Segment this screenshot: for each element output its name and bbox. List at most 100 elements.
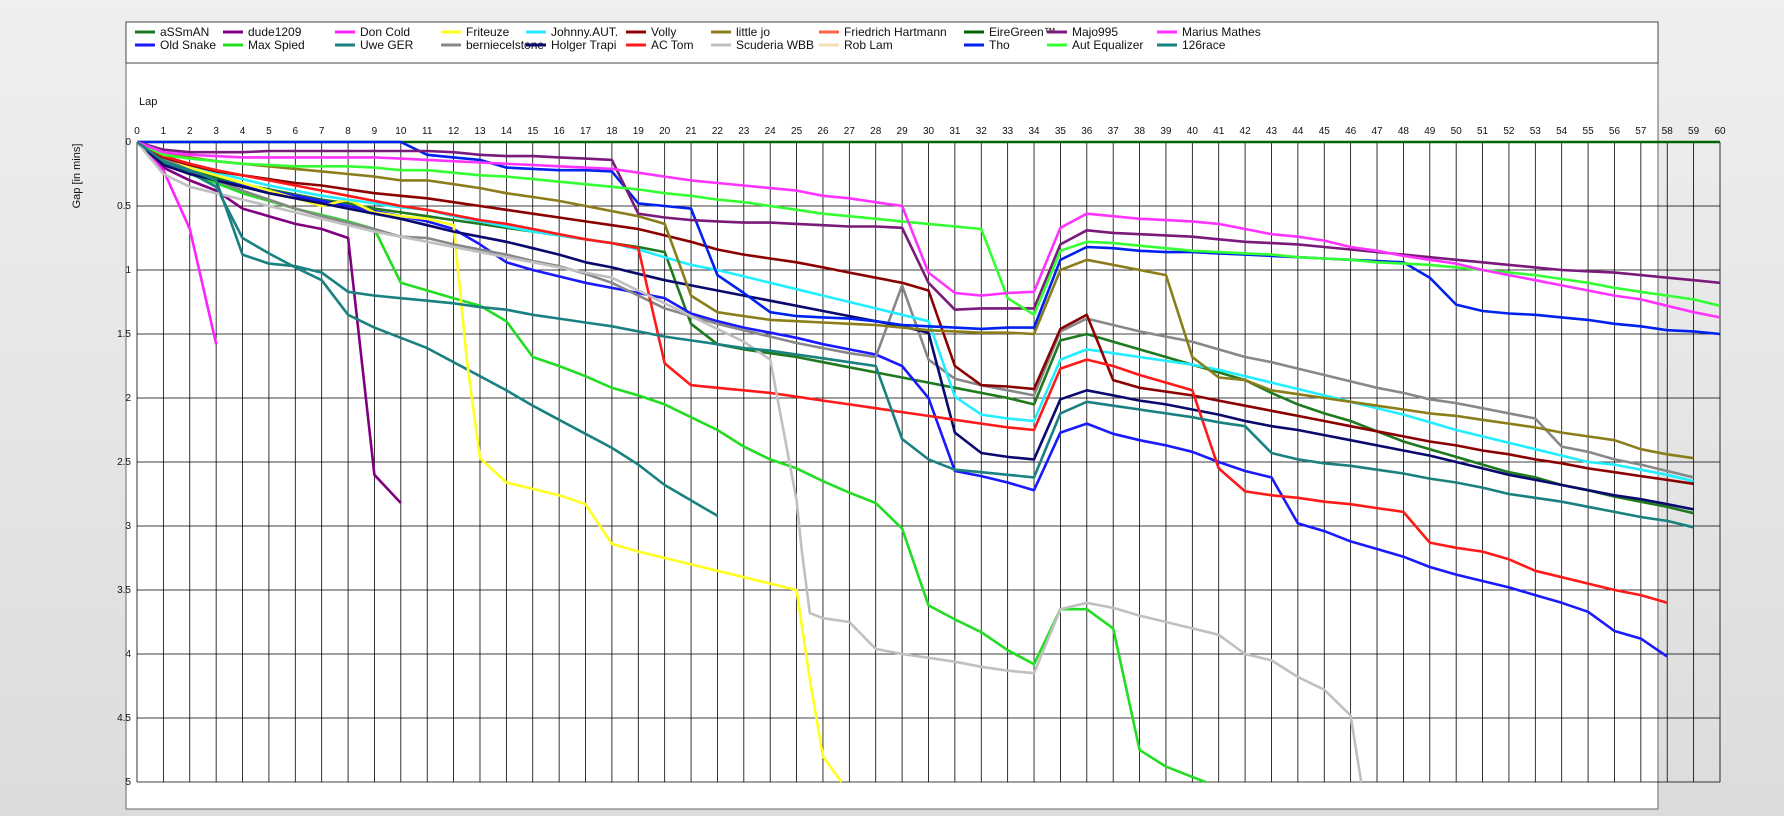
legend-entry-label: Majo995 — [1072, 25, 1118, 39]
x-tick-label: 48 — [1398, 126, 1410, 137]
legend-entry-label: Rob Lam — [844, 38, 893, 52]
y-tick-label: 2.5 — [117, 457, 131, 468]
y-tick-label: 1.5 — [117, 329, 131, 340]
legend-entry-label: AC Tom — [651, 38, 693, 52]
legend-entry-label: Max Spied — [248, 38, 305, 52]
legend-entry-label: Volly — [651, 25, 676, 39]
legend: aSSmANOld Snake dude1209Max Spied Don Cold… — [125, 21, 1659, 64]
x-tick-label: 45 — [1319, 126, 1331, 137]
x-tick-label: 19 — [633, 126, 645, 137]
x-tick-label: 8 — [345, 126, 351, 137]
y-tick-label: 2 — [125, 393, 131, 404]
x-tick-label: 17 — [580, 126, 592, 137]
x-tick-label: 36 — [1081, 126, 1093, 137]
legend-entry-label: EireGreen™ — [989, 25, 1056, 39]
legend-entry-label: 126race — [1182, 38, 1226, 52]
x-tick-label: 50 — [1451, 126, 1463, 137]
x-axis-label: Lap — [139, 96, 157, 108]
x-tick-label: 37 — [1108, 126, 1120, 137]
x-tick-label: 6 — [293, 126, 299, 137]
y-tick-label: 4.5 — [117, 713, 131, 724]
x-tick-label: 38 — [1134, 126, 1146, 137]
x-tick-label: 23 — [738, 126, 750, 137]
x-tick-label: 53 — [1530, 126, 1542, 137]
x-tick-label: 25 — [791, 126, 803, 137]
legend-entry-label: Scuderia WBB — [736, 38, 814, 52]
grid — [136, 141, 1721, 783]
legend-entry-label: Old Snake — [160, 38, 216, 52]
x-tick-label: 26 — [817, 126, 829, 137]
x-tick-label: 33 — [1002, 126, 1014, 137]
x-tick-label: 44 — [1292, 126, 1304, 137]
x-tick-label: 10 — [395, 126, 407, 137]
legend-entry-label: aSSmAN — [160, 25, 209, 39]
y-tick-label: 4 — [125, 649, 131, 660]
x-tick-label: 43 — [1266, 126, 1278, 137]
x-tick-label: 29 — [897, 126, 909, 137]
x-tick-label: 21 — [685, 126, 697, 137]
lap-chart: aSSmAN Old Snake dude1209 Max Spied Don Cold… — [0, 0, 1784, 816]
x-tick-label: 41 — [1213, 126, 1225, 137]
x-tick-label: 5 — [266, 126, 272, 137]
x-tick-label: 40 — [1187, 126, 1199, 137]
x-tick-label: 31 — [949, 126, 961, 137]
legend-entry-label: Don Cold — [360, 25, 410, 39]
x-tick-label: 9 — [372, 126, 378, 137]
y-tick-label: 0.5 — [117, 201, 131, 212]
legend-entry-label: dude1209 — [248, 25, 302, 39]
x-tick-label: 16 — [554, 126, 566, 137]
x-axis-ticks: 0 1 2 3 4 5 6 7 8 9 10 11 12 13 14 15 16 17 18 19 20 21 22 23 24… — [134, 126, 1726, 137]
legend-entry-label: little jo — [736, 25, 770, 39]
y-tick-label: 0 — [125, 137, 131, 148]
x-tick-label: 34 — [1028, 126, 1040, 137]
x-tick-label: 13 — [474, 126, 486, 137]
legend-entry-label: Marius Mathes — [1182, 25, 1261, 39]
x-tick-label: 39 — [1160, 126, 1172, 137]
x-tick-label: 56 — [1609, 126, 1621, 137]
x-tick-label: 32 — [976, 126, 988, 137]
legend-entry-label: Tho — [989, 38, 1010, 52]
x-tick-label: 55 — [1583, 126, 1595, 137]
x-tick-label: 57 — [1635, 126, 1647, 137]
x-tick-label: 11 — [422, 126, 433, 137]
x-tick-label: 18 — [606, 126, 618, 137]
x-tick-label: 3 — [213, 126, 219, 137]
y-tick-label: 3.5 — [117, 585, 131, 596]
x-tick-label: 12 — [448, 126, 460, 137]
legend-entry-label: Johnny.AUT. — [551, 25, 618, 39]
x-tick-label: 58 — [1662, 126, 1674, 137]
x-tick-label: 7 — [319, 126, 325, 137]
legend-entry-label: Uwe GER — [360, 38, 414, 52]
x-tick-label: 59 — [1688, 126, 1700, 137]
plot-background — [125, 58, 1659, 810]
y-axis-label: Gap [in mins] — [71, 144, 83, 209]
x-tick-label: 54 — [1556, 126, 1568, 137]
legend-entry-label: Aut Equalizer — [1072, 38, 1143, 52]
legend-entry-label: Friedrich Hartmann — [844, 25, 947, 39]
y-tick-label: 3 — [125, 521, 131, 532]
y-tick-label: 1 — [125, 265, 131, 276]
x-tick-label: 30 — [923, 126, 935, 137]
x-tick-label: 4 — [240, 126, 246, 137]
lap-chart-svg: aSSmANOld Snake dude1209Max Spied Don Cold… — [71, 21, 1726, 810]
x-tick-label: 51 — [1477, 126, 1489, 137]
x-tick-label: 47 — [1371, 126, 1383, 137]
x-tick-label: 28 — [870, 126, 882, 137]
x-tick-label: 1 — [161, 126, 167, 137]
x-tick-label: 46 — [1345, 126, 1357, 137]
legend-entry-label: Holger Trapi — [551, 38, 616, 52]
legend-entry-label: Friteuze — [466, 25, 510, 39]
x-tick-label: 60 — [1714, 126, 1726, 137]
x-tick-label: 22 — [712, 126, 724, 137]
x-tick-label: 49 — [1424, 126, 1436, 137]
x-tick-label: 15 — [527, 126, 539, 137]
x-tick-label: 24 — [765, 126, 777, 137]
x-tick-label: 27 — [844, 126, 856, 137]
x-tick-label: 52 — [1503, 126, 1515, 137]
x-tick-label: 0 — [134, 126, 140, 137]
y-tick-label: 5 — [125, 777, 131, 788]
x-tick-label: 42 — [1240, 126, 1252, 137]
x-tick-label: 14 — [501, 126, 513, 137]
x-tick-label: 20 — [659, 126, 671, 137]
x-tick-label: 2 — [187, 126, 193, 137]
